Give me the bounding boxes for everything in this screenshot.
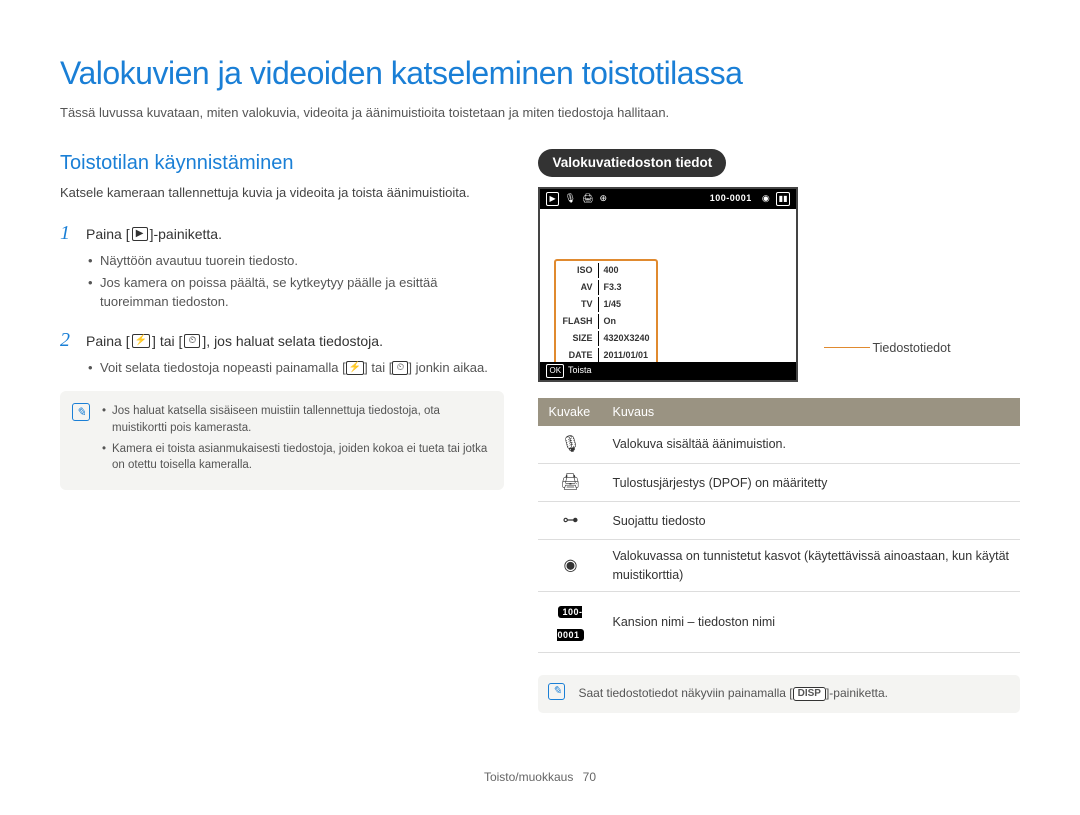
print-icon: 🖨 — [582, 192, 593, 205]
left-column: Toistotilan käynnistäminen Katsele kamer… — [60, 149, 504, 712]
note-icon: ✎ — [548, 683, 565, 700]
lcd-info-box: ISO400 AVF3.3 TV1/45 FLASHOn SIZE4320X32… — [554, 259, 657, 367]
info-k1: AV — [558, 280, 596, 295]
mic-icon: 🎙 — [565, 192, 576, 205]
step-1-bullet-2: Jos kamera on poissa päältä, se kytkeyty… — [88, 274, 504, 312]
table-row: 100-0001 Kansion nimi – tiedoston nimi — [538, 591, 1020, 652]
info-k0: ISO — [558, 263, 596, 278]
step-2-text: Paina [⚡] tai [⏲], jos haluat selata tie… — [86, 331, 383, 351]
step-1-post: ]-painiketta. — [150, 224, 222, 244]
flash-icon: ⚡ — [132, 334, 150, 348]
lcd-bottom-label: Toista — [568, 364, 592, 377]
row-desc-2: Suojattu tiedosto — [602, 502, 1020, 540]
section-paragraph: Katsele kameraan tallennettuja kuvia ja … — [60, 184, 504, 203]
folder-file-icon: 100-0001 — [538, 591, 602, 652]
timer-icon: ⏲ — [184, 334, 200, 348]
step-2-bullet-post: ] jonkin aikaa. — [408, 360, 488, 375]
note-2-post: ]-painiketta. — [826, 686, 888, 700]
step-2-bullet-mid: ] tai [ — [364, 360, 392, 375]
play-icon: ▶ — [132, 227, 148, 241]
content-columns: Toistotilan käynnistäminen Katsele kamer… — [60, 149, 1020, 712]
table-header-desc: Kuvaus — [602, 398, 1020, 426]
row-desc-0: Valokuva sisältää äänimuistion. — [602, 426, 1020, 464]
folder-file-badge: 100-0001 — [557, 606, 583, 641]
right-column: Valokuvatiedoston tiedot ▶ 🎙 🖨 ⊕ 100-000… — [538, 149, 1020, 712]
note-box-2: ✎ Saat tiedostotiedot näkyviin painamall… — [538, 675, 1020, 712]
disp-button-icon: DISP — [793, 687, 826, 701]
step-number: 1 — [60, 219, 78, 248]
lcd-bottom-bar: OK Toista — [540, 362, 796, 380]
note-1-item-1: Jos haluat katsella sisäiseen muistiin t… — [102, 403, 490, 436]
step-number: 2 — [60, 326, 78, 355]
step-1: 1 Paina [▶]-painiketta. — [60, 219, 504, 248]
face-icon: ◉ — [762, 192, 770, 205]
step-2-mid: ] tai [ — [152, 331, 182, 351]
row-desc-1: Tulostusjärjestys (DPOF) on määritetty — [602, 464, 1020, 502]
info-v1: F3.3 — [598, 280, 653, 295]
step-1-bullets: Näyttöön avautuu tuorein tiedosto. Jos k… — [88, 252, 504, 312]
page-footer: Toisto/muokkaus 70 — [60, 769, 1020, 786]
note-1-item-2: Kamera ei toista asianmukaisesti tiedost… — [102, 441, 490, 474]
table-row: ⊶ Suojattu tiedosto — [538, 502, 1020, 540]
step-2-pre: Paina [ — [86, 331, 130, 351]
row-desc-3: Valokuvassa on tunnistetut kasvot (käyte… — [602, 540, 1020, 591]
info-v3: On — [598, 314, 653, 329]
step-1-pre: Paina [ — [86, 224, 130, 244]
row-desc-4: Kansion nimi – tiedoston nimi — [602, 591, 1020, 652]
print-icon: 🖨 — [538, 464, 602, 502]
table-row: 🖨 Tulostusjärjestys (DPOF) on määritetty — [538, 464, 1020, 502]
lock-icon: ⊕ — [600, 192, 608, 205]
play-mode-icon: ▶ — [546, 192, 558, 206]
intro-text: Tässä luvussa kuvataan, miten valokuvia,… — [60, 104, 1020, 123]
page-number: 70 — [583, 770, 596, 784]
icon-description-table: Kuvake Kuvaus 🎙 Valokuva sisältää äänimu… — [538, 398, 1020, 653]
step-2-bullets: Voit selata tiedostoja nopeasti painamal… — [88, 359, 504, 378]
info-k4: SIZE — [558, 331, 596, 346]
lock-icon: ⊶ — [538, 502, 602, 540]
flash-icon: ⚡ — [346, 361, 364, 375]
step-1-bullet-1: Näyttöön avautuu tuorein tiedosto. — [88, 252, 504, 271]
info-v0: 400 — [598, 263, 653, 278]
step-2: 2 Paina [⚡] tai [⏲], jos haluat selata t… — [60, 326, 504, 355]
leader-label: Tiedostotiedot — [872, 339, 950, 357]
lcd-illustration-wrap: ▶ 🎙 🖨 ⊕ 100-0001 ◉ ▮▮ ISO400 AVF3.3 TV1/… — [538, 187, 1020, 382]
battery-icon: ▮▮ — [776, 192, 791, 206]
timer-icon: ⏲ — [392, 361, 408, 375]
lcd-top-bar: ▶ 🎙 🖨 ⊕ 100-0001 ◉ ▮▮ — [540, 189, 796, 209]
table-row: 🎙 Valokuva sisältää äänimuistion. — [538, 426, 1020, 464]
subsection-pill: Valokuvatiedoston tiedot — [538, 149, 726, 177]
note-2-pre: Saat tiedostotiedot näkyviin painamalla … — [578, 686, 792, 700]
ok-button-icon: OK — [546, 364, 564, 378]
info-v2: 1/45 — [598, 297, 653, 312]
table-header-icon: Kuvake — [538, 398, 602, 426]
info-k3: FLASH — [558, 314, 596, 329]
step-2-post: ], jos haluat selata tiedostoja. — [202, 331, 383, 351]
file-counter: 100-0001 — [710, 192, 752, 205]
info-v4: 4320X3240 — [598, 331, 653, 346]
step-2-bullet-pre: Voit selata tiedostoja nopeasti painamal… — [100, 360, 346, 375]
footer-section: Toisto/muokkaus — [484, 770, 573, 784]
table-row: ◉ Valokuvassa on tunnistetut kasvot (käy… — [538, 540, 1020, 591]
step-1-text: Paina [▶]-painiketta. — [86, 224, 222, 244]
camera-lcd: ▶ 🎙 🖨 ⊕ 100-0001 ◉ ▮▮ ISO400 AVF3.3 TV1/… — [538, 187, 798, 382]
mic-icon: 🎙 — [538, 426, 602, 464]
info-k2: TV — [558, 297, 596, 312]
leader-line — [824, 347, 870, 348]
note-icon: ✎ — [72, 403, 90, 421]
step-2-bullet: Voit selata tiedostoja nopeasti painamal… — [88, 359, 504, 378]
page-title: Valokuvien ja videoiden katseleminen toi… — [60, 50, 1020, 96]
note-box-1: ✎ Jos haluat katsella sisäiseen muistiin… — [60, 391, 504, 490]
face-icon: ◉ — [538, 540, 602, 591]
section-heading: Toistotilan käynnistäminen — [60, 149, 504, 178]
